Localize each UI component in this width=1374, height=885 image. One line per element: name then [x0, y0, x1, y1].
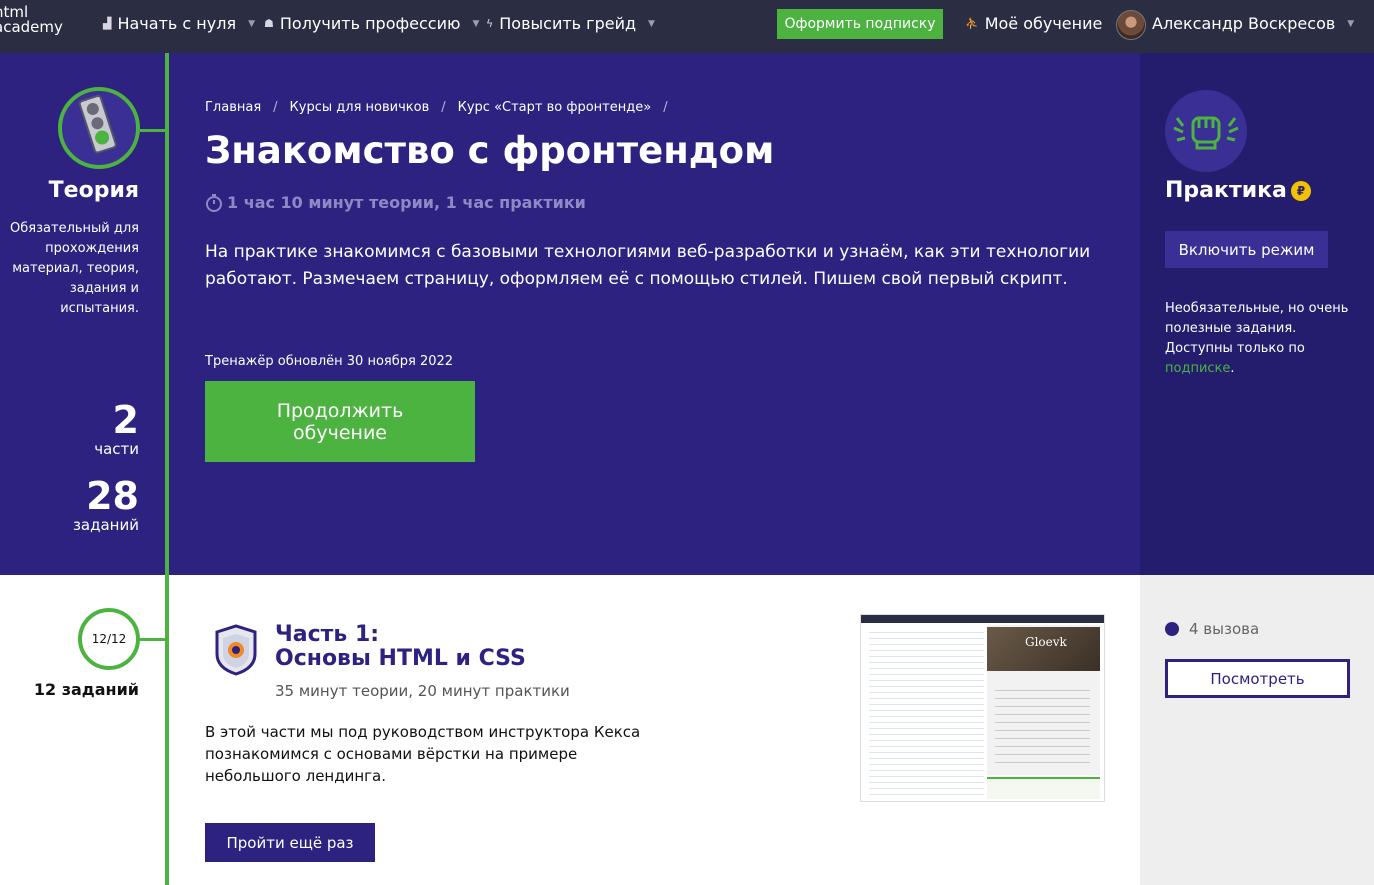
parts-label: части — [94, 440, 139, 458]
chevron-down-icon: ▼ — [648, 18, 655, 29]
traffic-light-icon — [58, 87, 140, 169]
ruble-icon: ₽ — [1290, 180, 1311, 201]
user-name: Александр Воскресов — [1152, 14, 1336, 33]
part-progress-circle: 12/12 — [78, 608, 140, 670]
nav-label: Начать с нуля — [117, 14, 237, 33]
practice-note-end: . — [1230, 361, 1235, 376]
subscription-link[interactable]: подписке — [1165, 361, 1230, 376]
part-title[interactable]: Часть 1: Основы HTML и CSS — [275, 623, 526, 671]
preview-content-lines — [995, 683, 1090, 763]
practice-title: Практика ₽ — [1165, 178, 1311, 203]
duration-text: 1 час 10 минут теории, 1 час практики — [227, 193, 586, 212]
shield-badge-icon — [213, 624, 259, 676]
breadcrumb-home[interactable]: Главная — [205, 100, 261, 115]
nav-my-learning[interactable]: ⛹ Моё обучение — [965, 14, 1102, 33]
theory-title: Теория — [48, 178, 139, 203]
nav-get-profession[interactable]: ☗ Получить профессию ▼ — [264, 14, 479, 33]
breadcrumb-course[interactable]: Курс «Старт во фронтенде» — [458, 100, 652, 115]
preview-hero-image: Gloevk — [987, 627, 1100, 671]
nav-label: Получить профессию — [279, 14, 461, 33]
breadcrumb-separator: / — [273, 100, 278, 115]
course-duration: 1 час 10 минут теории, 1 час практики — [205, 193, 586, 212]
preview-page: Gloevk — [987, 625, 1100, 775]
calls-dot-icon — [1165, 622, 1179, 636]
graduation-cap-icon: ☗ — [264, 17, 274, 30]
page-title: Знакомство с фронтендом — [205, 129, 775, 172]
part-title-line2: Основы HTML и CSS — [275, 646, 526, 671]
parts-count: 2 — [112, 398, 139, 442]
breadcrumb-separator: / — [663, 100, 668, 115]
tasks-label: заданий — [72, 516, 139, 534]
practice-title-text: Практика — [1165, 178, 1287, 203]
breadcrumb-beginner-courses[interactable]: Курсы для новичков — [290, 100, 430, 115]
fist-wings-icon — [1165, 90, 1247, 172]
chevron-down-icon: ▼ — [248, 18, 255, 29]
updated-date: Тренажёр обновлён 30 ноября 2022 — [205, 354, 454, 369]
tasks-count: 28 — [86, 474, 139, 518]
nav-label: Моё обучение — [984, 14, 1103, 33]
view-button[interactable]: Посмотреть — [1165, 659, 1350, 698]
timeline-connector — [140, 129, 167, 132]
retake-button[interactable]: Пройти ещё раз — [205, 823, 375, 862]
avatar[interactable] — [1116, 10, 1146, 40]
breadcrumb: Главная / Курсы для новичков / Курс «Ста… — [205, 100, 668, 115]
html-academy-logo[interactable]: html academy — [0, 5, 63, 35]
nav-raise-grade[interactable]: ϟ Повысить грейд ▼ — [486, 14, 655, 33]
bar-chart-icon: ▟ — [103, 17, 112, 30]
lightning-icon: ϟ — [486, 17, 494, 30]
stopwatch-icon — [206, 193, 222, 212]
continue-learning-button[interactable]: Продолжить обучение — [205, 381, 475, 462]
chevron-down-icon: ▼ — [1347, 18, 1355, 29]
subscribe-button[interactable]: Оформить подписку — [777, 9, 943, 39]
part-title-line1: Часть 1: — [275, 622, 380, 647]
part-description: В этой части мы под руководством инструк… — [205, 723, 641, 785]
enable-mode-button[interactable]: Включить режим — [1165, 231, 1328, 268]
breadcrumb-separator: / — [441, 100, 446, 115]
calls-label: 4 вызова — [1189, 620, 1260, 638]
top-navigation-bar: html academy ▟ Начать с нуля ▼ ☗ Получит… — [0, 0, 1374, 53]
part-duration: 35 минут теории, 20 минут практики — [275, 682, 570, 700]
preview-title: Gloevk — [1025, 635, 1067, 649]
nav-start-from-scratch[interactable]: ▟ Начать с нуля ▼ — [103, 14, 255, 33]
part-tasks-count: 12 заданий — [33, 680, 139, 699]
user-menu[interactable]: Александр Воскресов ▼ — [1152, 14, 1354, 33]
preview-code-panel — [869, 627, 984, 795]
logo-line-2: academy — [0, 18, 63, 36]
timeline-line — [165, 53, 169, 885]
practice-note: Необязательные, но очень полезные задани… — [1165, 299, 1355, 379]
chevron-down-icon: ▼ — [472, 18, 480, 29]
course-description: На практике знакомимся с базовыми технол… — [205, 242, 1091, 289]
theory-description: Обязательный для прохождения материал, т… — [10, 221, 139, 316]
part-preview-thumbnail[interactable]: Gloevk — [860, 614, 1105, 802]
calls-indicator: 4 вызова — [1165, 620, 1259, 638]
students-icon: ⛹ — [965, 17, 979, 30]
preview-toolbar — [861, 615, 1104, 623]
nav-label: Повысить грейд — [499, 14, 637, 33]
practice-note-text: Необязательные, но очень полезные задани… — [1165, 301, 1349, 356]
preview-console — [987, 777, 1100, 799]
timeline-connector — [140, 638, 167, 641]
